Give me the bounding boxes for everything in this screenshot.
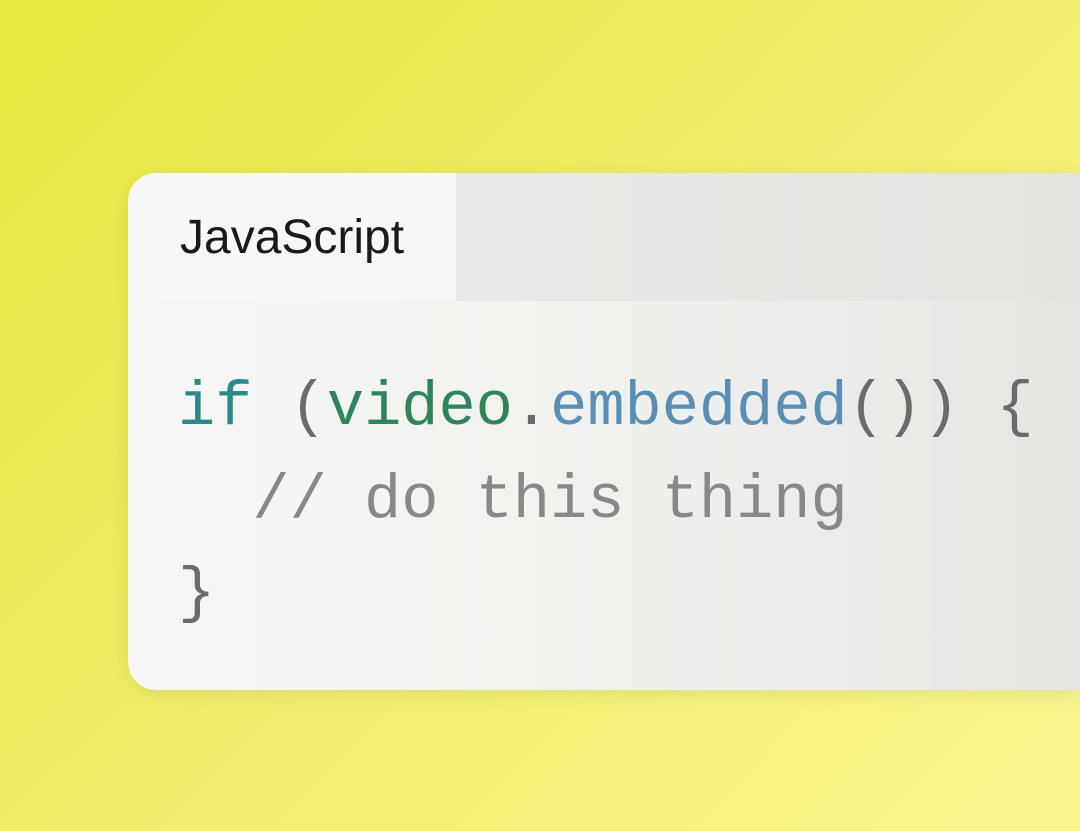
code-brace-close: } — [178, 558, 215, 629]
code-paren-close: ) — [922, 372, 959, 443]
code-space — [252, 372, 289, 443]
code-block: if (video.embedded()) { // do this thing… — [128, 301, 1080, 690]
code-call-parens: () — [848, 372, 922, 443]
language-label: JavaScript — [180, 210, 404, 265]
tab-bar: JavaScript — [128, 173, 1080, 301]
code-method: embedded — [550, 372, 848, 443]
code-dot: . — [513, 372, 550, 443]
tab-bar-background — [456, 173, 1080, 301]
code-indent — [178, 465, 252, 536]
code-space — [959, 372, 996, 443]
code-keyword-if: if — [178, 372, 252, 443]
code-snippet-card: JavaScript if (video.embedded()) { // do… — [128, 173, 1080, 690]
language-tab[interactable]: JavaScript — [128, 173, 456, 301]
code-brace-open: { — [997, 372, 1034, 443]
code-comment: // do this thing — [252, 465, 847, 536]
code-paren-open: ( — [290, 372, 327, 443]
code-variable: video — [327, 372, 513, 443]
